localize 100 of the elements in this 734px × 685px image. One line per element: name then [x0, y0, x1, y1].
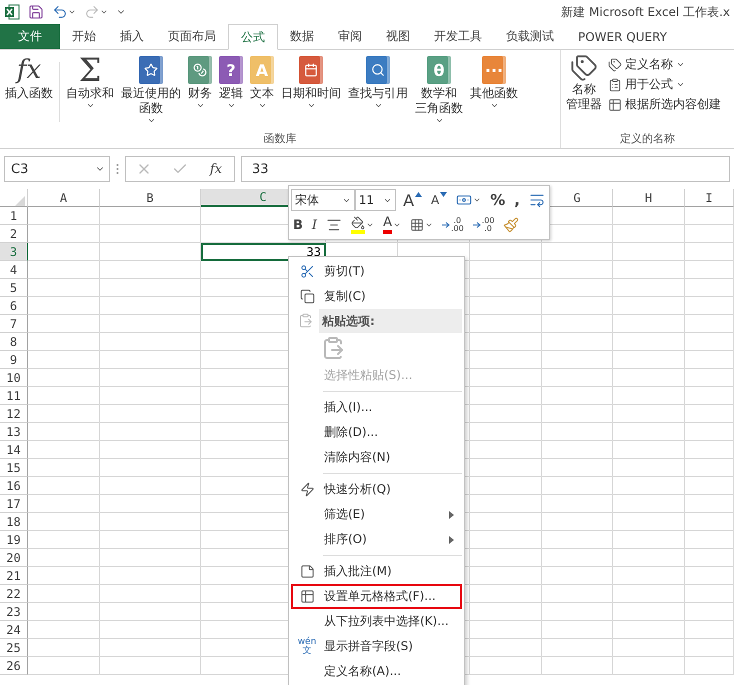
- sheet-cell[interactable]: [470, 243, 542, 261]
- sheet-cell[interactable]: [542, 531, 613, 549]
- sheet-cell[interactable]: [100, 225, 201, 243]
- sheet-cell[interactable]: [100, 639, 201, 657]
- sheet-cell[interactable]: [613, 351, 685, 369]
- sheet-cell[interactable]: [470, 387, 542, 405]
- sheet-cell[interactable]: [470, 549, 542, 567]
- sheet-cell[interactable]: [685, 603, 734, 621]
- name-manager-button[interactable]: 名称 管理器: [563, 54, 605, 112]
- font-size-select[interactable]: 11: [354, 189, 396, 211]
- sheet-cell[interactable]: [685, 207, 734, 225]
- sheet-cell[interactable]: [100, 513, 201, 531]
- sheet-cell[interactable]: [100, 441, 201, 459]
- sheet-cell[interactable]: [613, 297, 685, 315]
- sheet-cell[interactable]: [28, 333, 100, 351]
- column-heading[interactable]: I: [685, 189, 734, 207]
- insert-function-button[interactable]: fx: [208, 159, 224, 179]
- sheet-cell[interactable]: [28, 639, 100, 657]
- sheet-cell[interactable]: [613, 549, 685, 567]
- sheet-cell[interactable]: [100, 657, 201, 675]
- ribbon-tab[interactable]: 负载测试: [494, 24, 566, 49]
- sheet-cell[interactable]: [28, 531, 100, 549]
- ribbon-button[interactable]: 财务: [185, 54, 215, 110]
- row-number[interactable]: 18: [0, 513, 28, 531]
- sheet-cell[interactable]: [542, 405, 613, 423]
- sheet-cell[interactable]: [542, 513, 613, 531]
- sheet-cell[interactable]: [28, 207, 100, 225]
- sheet-cell[interactable]: [470, 621, 542, 639]
- paste-icon[interactable]: [321, 336, 345, 360]
- row-number[interactable]: 9: [0, 351, 28, 369]
- sheet-cell[interactable]: [613, 333, 685, 351]
- sheet-cell[interactable]: [28, 279, 100, 297]
- sheet-cell[interactable]: [28, 585, 100, 603]
- menu-item[interactable]: 清除内容(N): [291, 445, 462, 470]
- sheet-cell[interactable]: [613, 459, 685, 477]
- sheet-cell[interactable]: [613, 585, 685, 603]
- sheet-cell[interactable]: [100, 621, 201, 639]
- font-select[interactable]: 宋体: [291, 189, 355, 211]
- shrink-font-button[interactable]: A: [429, 190, 450, 210]
- menu-item[interactable]: 快速分析(Q): [291, 477, 462, 502]
- sheet-cell[interactable]: [542, 657, 613, 675]
- ribbon-tab[interactable]: 插入: [108, 24, 156, 49]
- sheet-cell[interactable]: [613, 369, 685, 387]
- menu-item[interactable]: 插入(I)...: [291, 395, 462, 420]
- ribbon-button[interactable]: 日期和时间: [278, 54, 344, 110]
- sheet-cell[interactable]: [100, 243, 201, 261]
- sheet-cell[interactable]: [100, 369, 201, 387]
- sheet-cell[interactable]: [685, 459, 734, 477]
- sheet-cell[interactable]: [613, 621, 685, 639]
- sheet-cell[interactable]: [613, 207, 685, 225]
- sheet-cell[interactable]: [542, 495, 613, 513]
- sheet-cell[interactable]: [100, 279, 201, 297]
- sheet-cell[interactable]: [542, 423, 613, 441]
- sheet-cell[interactable]: [28, 369, 100, 387]
- sheet-cell[interactable]: [470, 639, 542, 657]
- sheet-cell[interactable]: [613, 513, 685, 531]
- sheet-cell[interactable]: [470, 369, 542, 387]
- grow-font-button[interactable]: A: [401, 190, 424, 210]
- sheet-cell[interactable]: [613, 225, 685, 243]
- sheet-cell[interactable]: [613, 603, 685, 621]
- ribbon-tab[interactable]: 审阅: [326, 24, 374, 49]
- sheet-cell[interactable]: [685, 441, 734, 459]
- row-number[interactable]: 16: [0, 477, 28, 495]
- row-number[interactable]: 2: [0, 225, 28, 243]
- row-number[interactable]: 10: [0, 369, 28, 387]
- sheet-cell[interactable]: [28, 261, 100, 279]
- sheet-cell[interactable]: [685, 585, 734, 603]
- format-button[interactable]: ,: [512, 190, 522, 210]
- sheet-cell[interactable]: [100, 315, 201, 333]
- sheet-cell[interactable]: [100, 351, 201, 369]
- sheet-cell[interactable]: [542, 351, 613, 369]
- column-heading[interactable]: B: [100, 189, 201, 207]
- sheet-cell[interactable]: [613, 279, 685, 297]
- sheet-cell[interactable]: [685, 549, 734, 567]
- row-number[interactable]: 5: [0, 279, 28, 297]
- row-number[interactable]: 25: [0, 639, 28, 657]
- sheet-cell[interactable]: [470, 333, 542, 351]
- menu-item[interactable]: 排序(O): [291, 527, 462, 552]
- row-number[interactable]: 4: [0, 261, 28, 279]
- sheet-cell[interactable]: [100, 567, 201, 585]
- sheet-cell[interactable]: [685, 639, 734, 657]
- sheet-cell[interactable]: [470, 315, 542, 333]
- sheet-cell[interactable]: [28, 495, 100, 513]
- sheet-cell[interactable]: [613, 261, 685, 279]
- row-number[interactable]: 6: [0, 297, 28, 315]
- file-tab[interactable]: 文件: [0, 24, 60, 49]
- menu-item[interactable]: 设置单元格格式(F)...: [291, 584, 462, 609]
- column-heading[interactable]: H: [613, 189, 685, 207]
- sheet-cell[interactable]: [613, 639, 685, 657]
- row-number[interactable]: 24: [0, 621, 28, 639]
- sheet-cell[interactable]: [542, 261, 613, 279]
- sheet-cell[interactable]: [470, 495, 542, 513]
- ribbon-tab[interactable]: 公式: [228, 24, 278, 50]
- sheet-cell[interactable]: [542, 297, 613, 315]
- sheet-cell[interactable]: [28, 477, 100, 495]
- name-command-button[interactable]: 用于公式: [606, 76, 723, 93]
- sheet-cell[interactable]: [613, 657, 685, 675]
- sheet-cell[interactable]: [28, 513, 100, 531]
- ribbon-tab[interactable]: 视图: [374, 24, 422, 49]
- sheet-cell[interactable]: [100, 207, 201, 225]
